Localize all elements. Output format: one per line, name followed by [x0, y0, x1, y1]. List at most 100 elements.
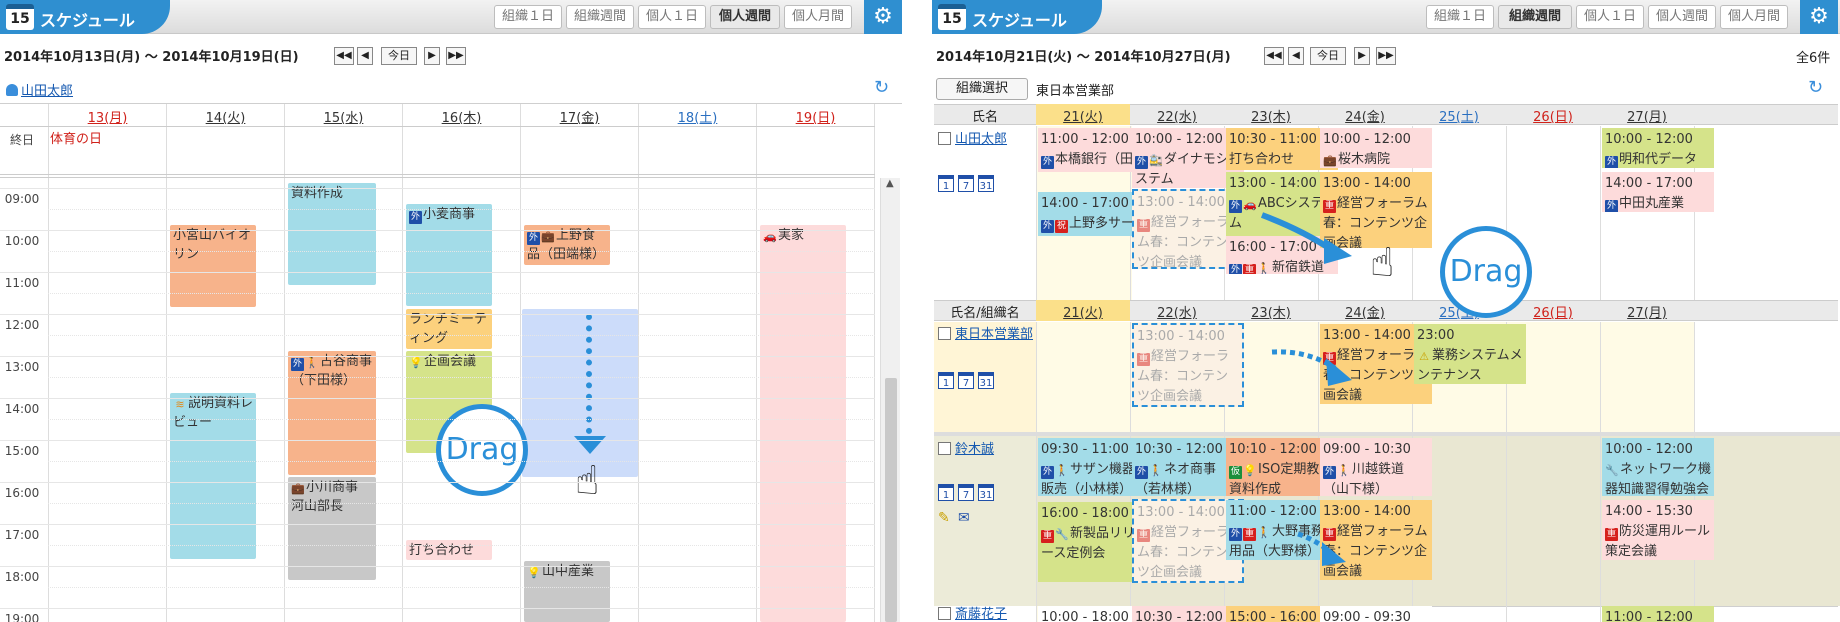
event-item[interactable]: 14:00 - 15:30 重防災運用ルール策定会議 — [1602, 500, 1714, 560]
app-tab[interactable]: 15 スケジュール — [932, 0, 1102, 34]
view-org-day-button[interactable]: 組織１日 — [494, 5, 562, 29]
event-item[interactable]: 09:00 - 10:30 外 🚶川越鉄道（山下様） — [1320, 438, 1432, 496]
user-link[interactable]: 山田太郎 — [6, 80, 73, 99]
day-header-sat[interactable]: 18(土) — [639, 107, 756, 126]
person-link[interactable]: 山田太郎 — [955, 132, 1007, 147]
day-header-wed[interactable]: 15(水) — [285, 107, 402, 126]
view-org-week-button[interactable]: 組織週間 — [1498, 5, 1572, 29]
event-item[interactable]: 💼小川商事 河山部長 — [288, 477, 376, 580]
month-view-icon[interactable]: 31 — [978, 484, 994, 501]
event-item[interactable]: 🚗実家 — [760, 225, 846, 622]
gear-icon[interactable]: ⚙ — [1800, 0, 1838, 34]
month-view-icon[interactable]: 31 — [978, 175, 994, 192]
person-link[interactable]: 東日本営業部 — [955, 327, 1033, 342]
day-header-mon[interactable]: 27(月) — [1600, 302, 1694, 321]
day-header-sun[interactable]: 19(日) — [757, 107, 874, 126]
view-personal-day-button[interactable]: 個人１日 — [1576, 5, 1644, 29]
next-button[interactable]: ▶ — [1354, 47, 1370, 65]
day-header-thu[interactable]: 23(木) — [1224, 106, 1318, 125]
event-item[interactable]: 外 💼上野食品（田端様） — [524, 225, 610, 265]
first-page-button[interactable]: ◀◀ — [334, 47, 354, 65]
view-personal-week-button[interactable]: 個人週間 — [1648, 5, 1716, 29]
refresh-icon[interactable]: ↻ — [874, 77, 889, 98]
person-name-cell[interactable]: 斎藤花子 — [938, 607, 1034, 622]
view-org-week-button[interactable]: 組織週間 — [566, 5, 634, 29]
scrollbar[interactable]: ▲ — [880, 178, 900, 622]
week-view-icon[interactable]: 7 — [958, 372, 974, 389]
view-personal-week-button[interactable]: 個人週間 — [710, 5, 780, 29]
org-name-cell[interactable]: 東日本営業部 — [938, 325, 1034, 345]
day-header-tue[interactable]: 14(火) — [167, 107, 284, 126]
person-link[interactable]: 鈴木誠 — [955, 442, 994, 457]
person-name-cell[interactable]: 鈴木誠 — [938, 440, 1034, 460]
select-checkbox[interactable] — [938, 607, 951, 620]
day-header-thu[interactable]: 23(木) — [1224, 302, 1318, 321]
day-header-sun[interactable]: 26(日) — [1506, 106, 1600, 125]
scrollbar-thumb[interactable] — [885, 378, 897, 622]
event-item[interactable]: 10:00 - 12:00 外明和代データ — [1602, 128, 1714, 168]
event-item[interactable]: 打ち合わせ — [406, 540, 492, 560]
day-header-wed[interactable]: 22(水) — [1130, 106, 1224, 125]
event-title: 経営フォーラム春：コンテンツ企画会議 — [1137, 525, 1230, 580]
day-header-tue[interactable]: 21(火) — [1036, 302, 1130, 321]
day-header-mon[interactable]: 13(月) — [49, 107, 166, 126]
event-item[interactable]: 14:00 - 17:00 外中田丸産業 — [1602, 172, 1714, 212]
first-page-button[interactable]: ◀◀ — [1264, 47, 1284, 65]
event-item[interactable]: ランチミーティング — [406, 309, 492, 349]
day-header-sun[interactable]: 26(日) — [1506, 302, 1600, 321]
day-view-icon[interactable]: 1 — [938, 372, 954, 389]
event-item[interactable]: 23:00 ⚠ 業務システムメンテナンス — [1414, 324, 1526, 384]
day-header-thu[interactable]: 16(木) — [403, 107, 520, 126]
today-button[interactable]: 今日 — [1310, 47, 1346, 65]
user-name[interactable]: 山田太郎 — [21, 84, 73, 99]
day-header-sat[interactable]: 25(土) — [1412, 106, 1506, 125]
day-header-tue[interactable]: 21(火) — [1036, 106, 1130, 125]
event-item[interactable]: 11:00 - 12:00 — [1602, 606, 1714, 622]
day-header-fri[interactable]: 24(金) — [1318, 302, 1412, 321]
event-item[interactable]: 小宮山バイオリン — [170, 225, 256, 307]
event-item[interactable]: 💡山中産業 — [524, 561, 610, 622]
week-view-icon[interactable]: 7 — [958, 484, 974, 501]
top-bar: 15 スケジュール 組織１日 組織週間 個人１日 個人週間 個人月間 ⚙ — [0, 0, 902, 34]
select-checkbox[interactable] — [938, 132, 951, 145]
view-personal-month-button[interactable]: 個人月間 — [1720, 5, 1788, 29]
event-item[interactable]: 外小麦商事 — [406, 204, 492, 306]
column-divider — [1600, 322, 1601, 432]
today-button[interactable]: 今日 — [381, 47, 417, 65]
day-header-mon[interactable]: 27(月) — [1600, 106, 1694, 125]
day-view-icon[interactable]: 1 — [938, 484, 954, 501]
event-item[interactable]: ≋ 説明資料レビュー — [170, 393, 256, 559]
week-view-icon[interactable]: 7 — [958, 175, 974, 192]
day-header-fri[interactable]: 24(金) — [1318, 106, 1412, 125]
event-item[interactable]: 13:00 - 14:00 重経営フォーラム春：コンテンツ企画会議 — [1320, 172, 1432, 248]
event-item[interactable]: 10:00 - 12:00 💼桜木病院 — [1320, 128, 1432, 168]
org-select-button[interactable]: 組織選択 — [936, 78, 1028, 100]
event-item[interactable]: 13:00 - 14:00 重経営フォーラム春：コンテンツ企画会議 — [1320, 500, 1432, 580]
view-org-day-button[interactable]: 組織１日 — [1426, 5, 1494, 29]
view-personal-day-button[interactable]: 個人１日 — [638, 5, 706, 29]
event-item[interactable]: 外 🚶古谷商事（下田様） — [288, 351, 376, 475]
day-header-wed[interactable]: 22(水) — [1130, 302, 1224, 321]
event-item[interactable]: 09:00 - 09:30 — [1320, 606, 1432, 622]
month-view-icon[interactable]: 31 — [978, 372, 994, 389]
prev-button[interactable]: ◀ — [1288, 47, 1304, 65]
event-item[interactable]: 10:00 - 12:00 🔧ネットワーク機器知識習得勉強会 — [1602, 438, 1714, 496]
gear-icon[interactable]: ⚙ — [864, 0, 902, 34]
day-view-icon[interactable]: 1 — [938, 175, 954, 192]
event-item[interactable]: 資料作成 — [288, 183, 376, 285]
select-checkbox[interactable] — [938, 327, 951, 340]
memo-icon[interactable]: ✎ — [938, 510, 950, 526]
day-header-fri[interactable]: 17(金) — [521, 107, 638, 126]
outside-badge-icon: 外 — [1605, 200, 1618, 212]
person-name-cell[interactable]: 山田太郎 — [938, 130, 1034, 150]
view-personal-month-button[interactable]: 個人月間 — [784, 5, 852, 29]
select-checkbox[interactable] — [938, 442, 951, 455]
next-button[interactable]: ▶ — [424, 47, 440, 65]
mail-icon[interactable]: ✉ — [958, 510, 970, 526]
app-tab[interactable]: 15 スケジュール — [0, 0, 170, 34]
refresh-icon[interactable]: ↻ — [1808, 77, 1823, 98]
prev-button[interactable]: ◀ — [357, 47, 373, 65]
last-page-button[interactable]: ▶▶ — [446, 47, 466, 65]
last-page-button[interactable]: ▶▶ — [1376, 47, 1396, 65]
person-link[interactable]: 斎藤花子 — [955, 607, 1007, 622]
